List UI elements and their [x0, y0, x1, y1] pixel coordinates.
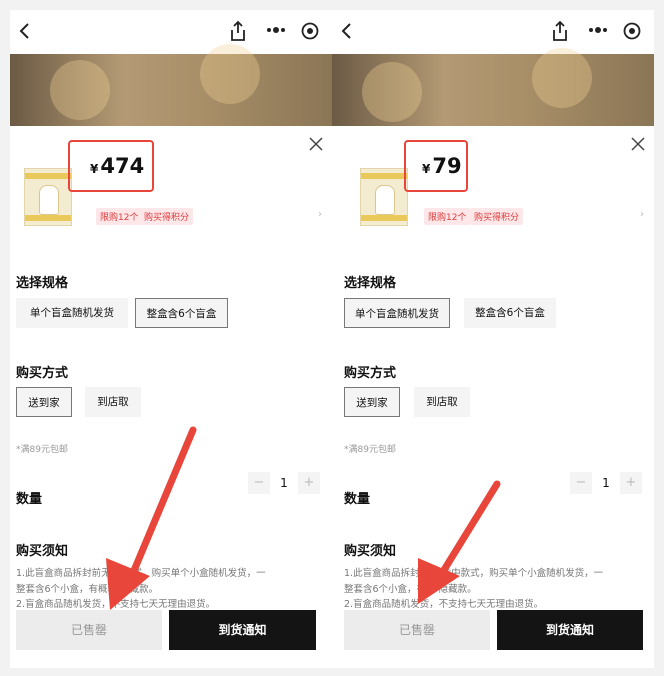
method-pickup[interactable]: 到店取 — [85, 387, 141, 417]
phone-screen-right: ¥79 限购12个 购买得积分 › 选择规格 单个盲盒随机发货 整盒含6个盲盒 … — [332, 10, 654, 668]
points-tag: 购买得积分 — [470, 208, 524, 225]
shipping-note: *满89元包邮 — [16, 445, 68, 455]
plus-icon[interactable]: + — [620, 472, 642, 494]
phone-screen-left: ¥474 限购12个 购买得积分 › 选择规格 单个盲盒随机发货 整盒含6个盲盒… — [10, 10, 332, 668]
price-highlight-box: ¥474 — [68, 140, 154, 192]
quantity-value[interactable]: 1 — [592, 472, 620, 494]
price: ¥474 — [90, 154, 145, 178]
back-icon[interactable] — [338, 22, 356, 40]
quantity-label: 数量 — [344, 492, 371, 507]
spec-option-box[interactable]: 整盒含6个盲盒 — [135, 298, 228, 328]
price-highlight-box: ¥79 — [404, 140, 468, 192]
back-icon[interactable] — [16, 22, 34, 40]
limit-tag: 限购12个 — [424, 208, 471, 225]
more-icon[interactable] — [587, 24, 609, 36]
chevron-right-icon[interactable]: › — [318, 209, 322, 220]
share-icon[interactable] — [550, 20, 570, 42]
close-icon[interactable] — [630, 136, 646, 152]
quantity-label: 数量 — [16, 492, 43, 507]
notify-button[interactable]: 到货通知 — [497, 610, 643, 650]
spec-option-box[interactable]: 整盒含6个盲盒 — [464, 298, 556, 328]
target-icon[interactable] — [623, 22, 641, 40]
quantity-stepper: − 1 + — [248, 472, 320, 494]
method-pickup[interactable]: 到店取 — [414, 387, 470, 417]
purchase-sheet: ¥79 限购12个 购买得积分 › 选择规格 单个盲盒随机发货 整盒含6个盲盒 … — [332, 126, 654, 668]
close-icon[interactable] — [308, 136, 324, 152]
plus-icon[interactable]: + — [298, 472, 320, 494]
product-banner — [10, 44, 332, 126]
price: ¥79 — [422, 154, 462, 178]
notice-title: 购买须知 — [344, 544, 397, 559]
minus-icon[interactable]: − — [570, 472, 592, 494]
more-icon[interactable] — [265, 24, 287, 36]
method-delivery[interactable]: 送到家 — [16, 387, 72, 417]
target-icon[interactable] — [301, 22, 319, 40]
method-title: 购买方式 — [16, 366, 69, 381]
spec-option-single[interactable]: 单个盲盒随机发货 — [16, 298, 128, 328]
bottom-action-bar: 已售罄 到货通知 — [332, 600, 654, 660]
spec-title: 选择规格 — [344, 276, 397, 291]
top-bar — [332, 10, 654, 54]
quantity-stepper: − 1 + — [570, 472, 642, 494]
product-thumbnail — [360, 168, 408, 226]
points-tag: 购买得积分 — [140, 208, 194, 225]
notice-title: 购买须知 — [16, 544, 69, 559]
purchase-sheet: ¥474 限购12个 购买得积分 › 选择规格 单个盲盒随机发货 整盒含6个盲盒… — [10, 126, 332, 668]
share-icon[interactable] — [228, 20, 248, 42]
product-thumbnail — [24, 168, 72, 226]
sold-out-button[interactable]: 已售罄 — [344, 610, 490, 650]
method-title: 购买方式 — [344, 366, 397, 381]
spec-title: 选择规格 — [16, 276, 69, 291]
notify-button[interactable]: 到货通知 — [169, 610, 316, 650]
shipping-note: *满89元包邮 — [344, 445, 396, 455]
bottom-action-bar: 已售罄 到货通知 — [10, 600, 332, 660]
minus-icon[interactable]: − — [248, 472, 270, 494]
top-bar — [10, 10, 332, 54]
quantity-value[interactable]: 1 — [270, 472, 298, 494]
chevron-right-icon[interactable]: › — [640, 209, 644, 220]
spec-option-single[interactable]: 单个盲盒随机发货 — [344, 298, 450, 328]
method-delivery[interactable]: 送到家 — [344, 387, 400, 417]
sold-out-button[interactable]: 已售罄 — [16, 610, 162, 650]
product-banner — [332, 48, 654, 126]
limit-tag: 限购12个 — [96, 208, 143, 225]
